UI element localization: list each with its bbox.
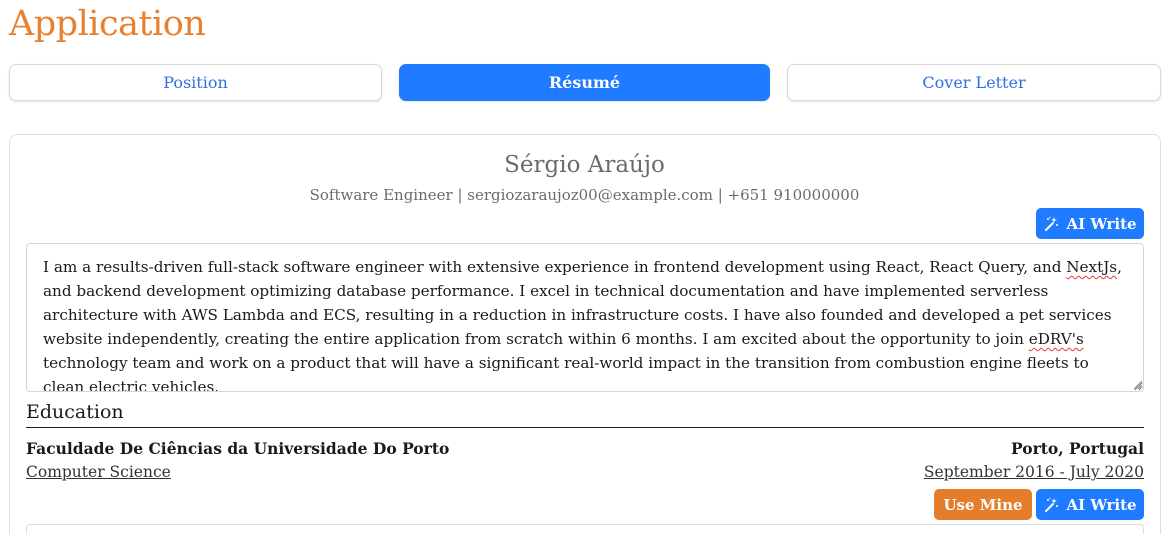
- magic-wand-icon: [1045, 216, 1059, 231]
- summary-textarea[interactable]: I am a results-driven full-stack softwar…: [26, 243, 1144, 392]
- education-description-textarea[interactable]: [26, 524, 1144, 534]
- ai-write-education-button[interactable]: AI Write: [1036, 489, 1144, 520]
- magic-wand-icon: [1045, 497, 1059, 512]
- tab-resume[interactable]: Résumé: [399, 64, 770, 101]
- resume-name: Sérgio Araújo: [504, 152, 665, 178]
- resize-grip-icon[interactable]: [1133, 380, 1143, 390]
- use-mine-label: Use Mine: [943, 495, 1023, 514]
- tab-cover-letter[interactable]: Cover Letter: [787, 64, 1161, 101]
- education-section-title: Education: [26, 401, 124, 423]
- tab-position[interactable]: Position: [9, 64, 382, 101]
- education-location: Porto, Portugal: [1011, 439, 1144, 458]
- summary-text: technology team and work on a product th…: [43, 354, 1089, 392]
- ai-write-summary-button[interactable]: AI Write: [1036, 208, 1144, 239]
- use-mine-button[interactable]: Use Mine: [934, 489, 1032, 520]
- section-divider: [26, 427, 1144, 428]
- education-school: Faculdade De Ciências da Universidade Do…: [26, 439, 450, 458]
- page-title: Application: [9, 4, 206, 44]
- summary-text: I am a results-driven full-stack softwar…: [43, 258, 1067, 276]
- ai-write-label: AI Write: [1066, 495, 1137, 514]
- summary-text-misspelled: NextJs: [1066, 258, 1118, 276]
- resume-contact: Software Engineer | sergiozaraujoz00@exa…: [309, 186, 860, 204]
- tab-bar: Position Résumé Cover Letter: [9, 64, 1161, 102]
- education-dates-link[interactable]: September 2016 - July 2020: [924, 463, 1144, 481]
- ai-write-label: AI Write: [1066, 214, 1137, 233]
- summary-text-misspelled: eDRV's: [1028, 330, 1084, 348]
- application-page: Application Position Résumé Cover Letter…: [0, 0, 1165, 534]
- education-field-link[interactable]: Computer Science: [26, 463, 171, 481]
